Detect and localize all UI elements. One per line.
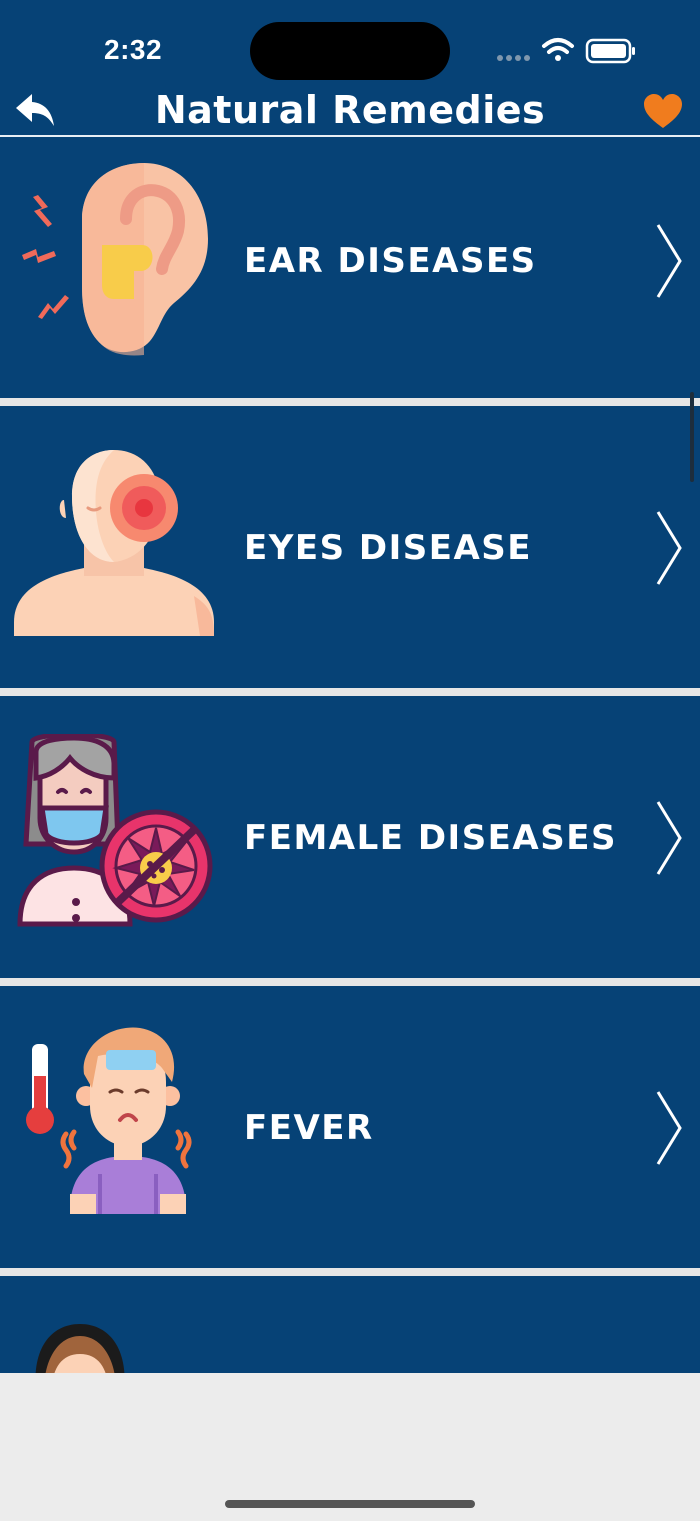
- status-icons: [497, 38, 635, 64]
- dynamic-island: [250, 22, 450, 80]
- list-item-ear-diseases[interactable]: EAR DISEASES: [0, 137, 700, 406]
- list-item-label: FEMALE DISEASES: [244, 818, 617, 858]
- list-item-label: EAR DISEASES: [244, 241, 537, 281]
- app-screen: 2:32 Natural Remedies EAR DISEASES EYES …: [0, 0, 700, 1521]
- list-item-eyes-disease[interactable]: EYES DISEASE: [0, 406, 700, 696]
- female-virus-icon: [17, 734, 213, 927]
- ear-pain-icon: [22, 163, 208, 356]
- list-item-female-diseases[interactable]: FEMALE DISEASES: [0, 696, 700, 986]
- cellular-signal-icon: [497, 55, 530, 61]
- chevron-right-icon: [656, 224, 682, 298]
- eye-pain-icon: [14, 450, 214, 636]
- nav-bar: Natural Remedies: [0, 86, 700, 136]
- chevron-right-icon: [656, 801, 682, 875]
- favorites-button[interactable]: [642, 92, 684, 130]
- chevron-right-icon: [656, 1091, 682, 1165]
- bottom-panel: [0, 1373, 700, 1521]
- fever-icon: [26, 1027, 192, 1214]
- list-item-label: FEVER: [244, 1108, 374, 1148]
- list-item-fever[interactable]: FEVER: [0, 986, 700, 1276]
- status-time: 2:32: [104, 34, 163, 65]
- chevron-right-icon: [656, 511, 682, 585]
- list-item-label: EYES DISEASE: [244, 528, 533, 568]
- heart-icon: [644, 94, 682, 128]
- wifi-icon: [542, 38, 574, 61]
- home-indicator[interactable]: [225, 1500, 475, 1508]
- scroll-indicator[interactable]: [690, 392, 694, 482]
- remedy-list: EAR DISEASES EYES DISEASE FEMALE DISEASE…: [0, 137, 700, 1396]
- battery-icon: [585, 38, 635, 64]
- page-title: Natural Remedies: [154, 88, 546, 132]
